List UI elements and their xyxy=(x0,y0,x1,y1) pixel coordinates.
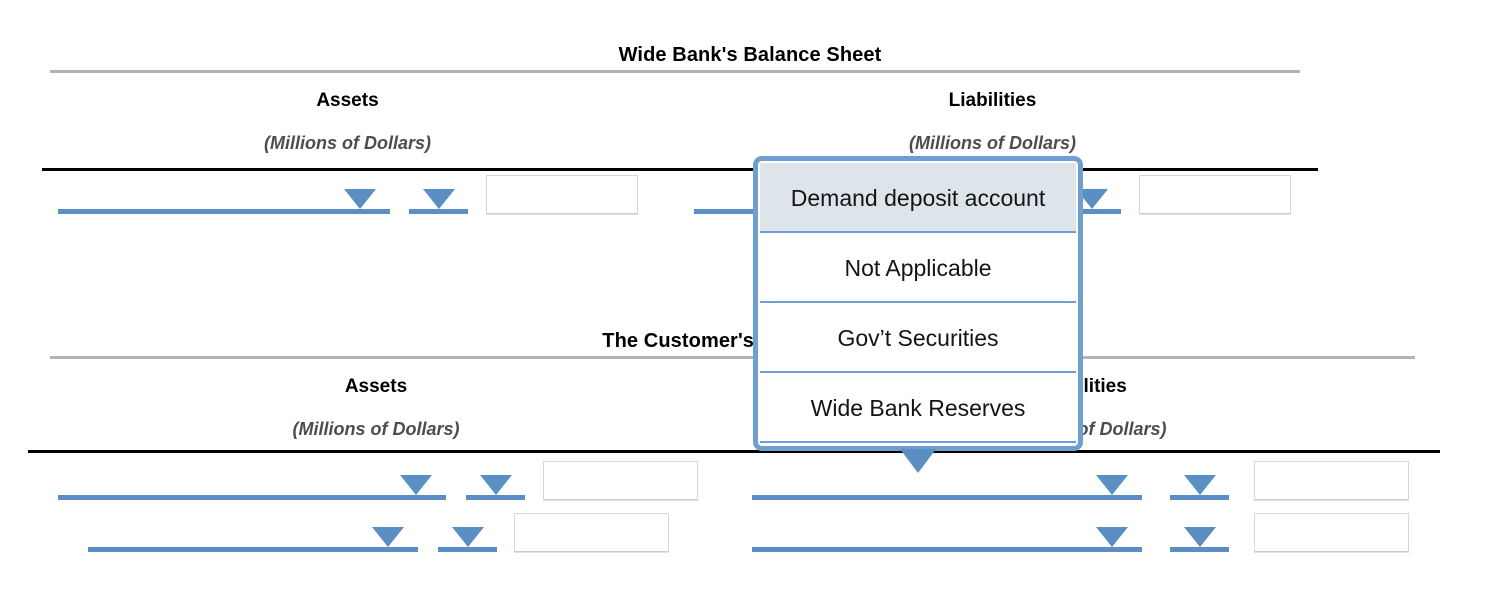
dropdown-option[interactable]: Wide Bank Reserves xyxy=(760,373,1076,443)
amount-select-assets-row1[interactable] xyxy=(466,466,525,500)
dropdown-menu[interactable]: Demand deposit account Not Applicable Go… xyxy=(753,156,1083,473)
header-rule xyxy=(28,450,1440,453)
title-divider xyxy=(50,356,1415,359)
amount-input-assets-row1[interactable] xyxy=(543,461,698,500)
amount-input-assets-row1[interactable] xyxy=(486,175,638,214)
item-select-liabilities-row1[interactable] xyxy=(752,466,1142,500)
amount-select-assets-row2[interactable] xyxy=(438,518,497,552)
chevron-down-icon xyxy=(1096,527,1128,547)
chevron-down-icon xyxy=(1183,475,1216,495)
sheet-title: Wide Bank's Balance Sheet xyxy=(618,44,882,66)
column-units-assets: (Millions of Dollars) xyxy=(292,419,460,439)
sheet-title: The Customer's Balance Sheet xyxy=(602,330,898,352)
popup-pointer-icon xyxy=(900,449,936,473)
dropdown-option[interactable]: Not Applicable xyxy=(760,233,1076,303)
chevron-down-icon xyxy=(400,475,432,495)
chevron-down-icon xyxy=(1183,527,1216,547)
column-heading-assets: Assets xyxy=(344,376,408,397)
amount-input-assets-row2[interactable] xyxy=(514,513,669,552)
item-select-liabilities-row2[interactable] xyxy=(752,518,1142,552)
amount-select-liabilities-row1[interactable] xyxy=(1170,466,1229,500)
chevron-down-icon xyxy=(1096,475,1128,495)
column-units-assets: (Millions of Dollars) xyxy=(263,133,431,153)
column-heading-assets: Assets xyxy=(316,90,379,111)
chevron-down-icon xyxy=(451,527,484,547)
title-divider xyxy=(50,70,1300,73)
chevron-down-icon xyxy=(479,475,512,495)
chevron-down-icon xyxy=(372,527,404,547)
item-select-assets-row1[interactable] xyxy=(58,466,446,500)
dropdown-option[interactable]: Gov’t Securities xyxy=(760,303,1076,373)
item-select-assets-row1[interactable] xyxy=(58,180,390,214)
amount-select-assets-row1[interactable] xyxy=(409,180,468,214)
chevron-down-icon xyxy=(422,189,455,209)
column-heading-liabilities: Liabilities xyxy=(948,90,1037,111)
header-rule xyxy=(42,168,1318,171)
column-units-liabilities: (Millions of Dollars) xyxy=(908,133,1076,153)
amount-select-liabilities-row2[interactable] xyxy=(1170,518,1229,552)
amount-input-liabilities-row1[interactable] xyxy=(1254,461,1409,500)
amount-input-liabilities-row2[interactable] xyxy=(1254,513,1409,552)
dropdown-option[interactable]: Demand deposit account xyxy=(760,163,1076,233)
amount-input-liabilities-row1[interactable] xyxy=(1139,175,1291,214)
item-select-assets-row2[interactable] xyxy=(88,518,418,552)
chevron-down-icon xyxy=(344,189,376,209)
